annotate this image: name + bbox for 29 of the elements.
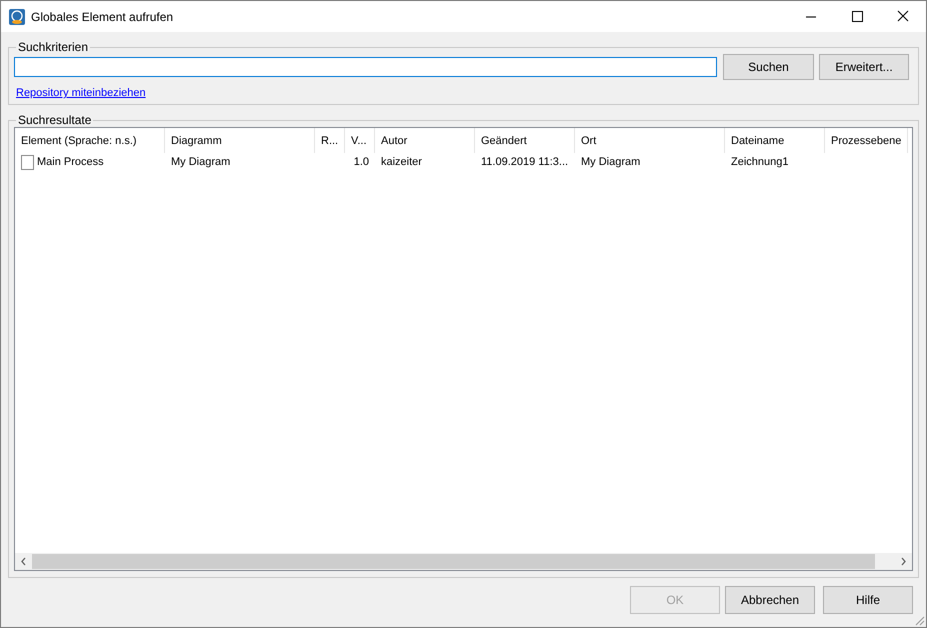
dialog-button[interactable]: Abbrechen bbox=[725, 586, 815, 614]
column-header[interactable]: Prozessebene bbox=[825, 128, 908, 153]
column-header[interactable]: Element (Sprache: n.s.) bbox=[15, 128, 165, 153]
repository-link[interactable]: Repository miteinbeziehen bbox=[16, 87, 146, 99]
column-header[interactable]: Ort bbox=[575, 128, 725, 153]
column-header[interactable]: V... bbox=[345, 128, 375, 153]
column-header[interactable]: Geändert bbox=[475, 128, 575, 153]
dialog-button[interactable]: Erweitert... bbox=[819, 54, 909, 80]
dialog-button[interactable]: Hilfe bbox=[823, 586, 913, 614]
checkbox[interactable] bbox=[21, 154, 34, 170]
column-header[interactable]: Diagramm bbox=[165, 128, 315, 153]
horizontal-scrollbar[interactable] bbox=[15, 553, 912, 570]
table-cell: Main Process bbox=[37, 156, 104, 168]
table-cell-text: Zeichnung1 bbox=[730, 155, 790, 170]
table-cell-text: kaizeiter bbox=[380, 155, 423, 170]
window-title: Globales Element aufrufen bbox=[31, 10, 174, 24]
group-label: Suchkriterien bbox=[17, 40, 90, 54]
app-icon bbox=[9, 8, 25, 24]
group-label: Suchresultate bbox=[17, 113, 92, 127]
table-cell-text: My Diagram bbox=[170, 155, 232, 170]
column-header[interactable]: R... bbox=[315, 128, 345, 153]
table-cell-text: My Diagram bbox=[580, 155, 642, 170]
table-cell-text: 11.09.2019 11:3... bbox=[480, 155, 570, 170]
column-header[interactable]: Autor bbox=[375, 128, 475, 153]
column-header[interactable]: Dateiname bbox=[725, 128, 825, 153]
resize-grip-icon[interactable] bbox=[913, 614, 925, 626]
search-field[interactable] bbox=[14, 57, 717, 77]
table-cell-text: 1.0 bbox=[352, 155, 370, 170]
dialog-button[interactable]: Suchen bbox=[723, 54, 814, 80]
